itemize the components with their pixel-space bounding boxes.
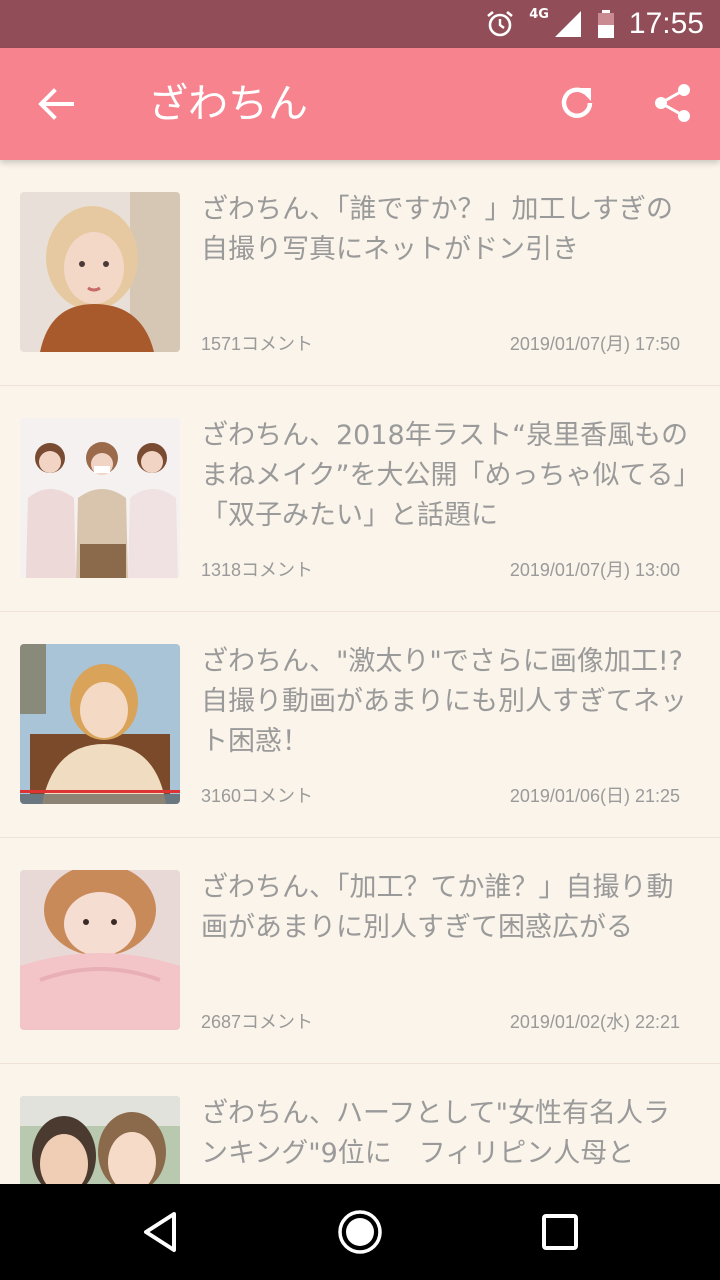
arrow-left-icon[interactable]	[34, 82, 78, 126]
article-thumbnail	[20, 1096, 180, 1184]
article-thumbnail	[20, 192, 180, 352]
share-icon[interactable]	[650, 80, 696, 126]
comment-count: 3160コメント	[201, 786, 314, 806]
article-date: 2019/01/07(月) 17:50	[509, 334, 680, 354]
article-title: ざわちん、「加工？てか誰？」自撮り動画があまりに別人すぎて困惑広がる	[201, 872, 674, 943]
network-type: 4G	[529, 6, 549, 22]
refresh-icon[interactable]	[554, 80, 600, 126]
article-date: 2019/01/06(日) 21:25	[509, 786, 680, 806]
list-item[interactable]: ざわちん、「誰ですか？」加工しすぎの自撮り写真にネットがドン引き 1571コメン…	[0, 160, 720, 386]
comment-count: 2687コメント	[201, 1012, 314, 1032]
article-thumbnail	[20, 870, 180, 1030]
signal-icon	[554, 11, 581, 37]
article-title: ざわちん、「誰ですか？」加工しすぎの自撮り写真にネットがドン引き	[201, 194, 673, 265]
system-nav-bar	[0, 1184, 720, 1280]
recents-square-icon[interactable]	[536, 1208, 584, 1256]
article-title: ざわちん、ハーフとして"女性有名人ランキング"9位に フィリピン人母と	[201, 1098, 670, 1169]
status-bar: 4G 17:55	[0, 0, 720, 48]
app-bar: ざわちん	[0, 48, 720, 160]
article-title: ざわちん、2018年ラスト“泉里香風ものまねメイク”を大公開「めっちゃ似てる」「…	[201, 420, 689, 531]
article-date: 2019/01/02(水) 22:21	[509, 1012, 680, 1032]
list-item[interactable]: ざわちん、ハーフとして"女性有名人ランキング"9位に フィリピン人母と	[0, 1064, 720, 1184]
article-thumbnail	[20, 418, 180, 578]
page-title: ざわちん	[148, 81, 308, 127]
comment-count: 1571コメント	[201, 334, 314, 354]
alarm-icon	[487, 10, 514, 37]
article-title: ざわちん、"激太り"でさらに画像加工!? 自撮り動画があまりにも別人すぎてネット…	[201, 646, 687, 757]
list-item[interactable]: ざわちん、"激太り"でさらに画像加工!? 自撮り動画があまりにも別人すぎてネット…	[0, 612, 720, 838]
comment-count: 1318コメント	[201, 560, 314, 580]
list-item[interactable]: ざわちん、「加工？てか誰？」自撮り動画があまりに別人すぎて困惑広がる 2687コ…	[0, 838, 720, 1064]
battery-icon	[597, 10, 614, 38]
home-circle-icon[interactable]	[336, 1208, 384, 1256]
back-triangle-icon[interactable]	[136, 1208, 184, 1256]
article-list: ざわちん、「誰ですか？」加工しすぎの自撮り写真にネットがドン引き 1571コメン…	[0, 160, 720, 1184]
article-date: 2019/01/07(月) 13:00	[509, 560, 680, 580]
status-icons: 4G 17:55	[485, 0, 704, 48]
clock: 17:55	[628, 7, 704, 40]
list-item[interactable]: ざわちん、2018年ラスト“泉里香風ものまねメイク”を大公開「めっちゃ似てる」「…	[0, 386, 720, 612]
article-thumbnail	[20, 644, 180, 804]
